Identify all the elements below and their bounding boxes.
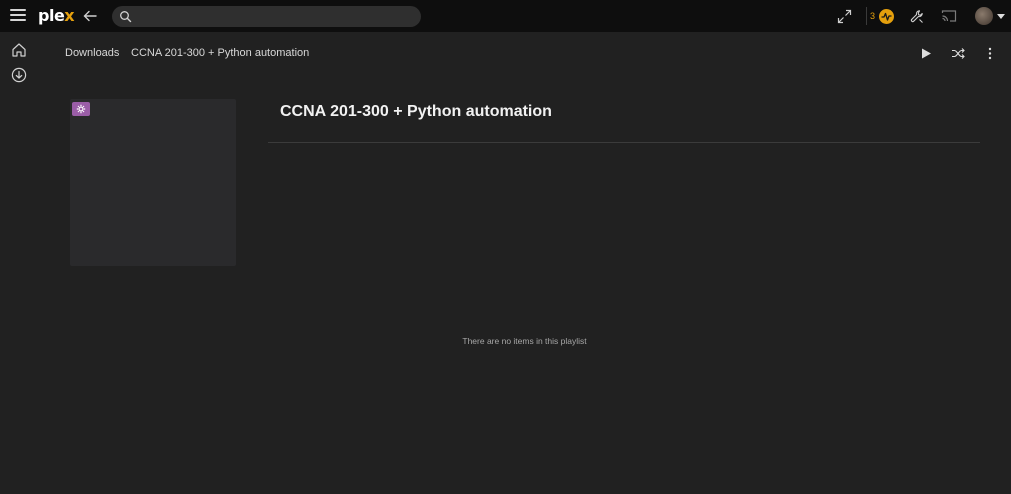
activity-count: 3 bbox=[870, 11, 876, 21]
search-input[interactable] bbox=[138, 9, 408, 24]
smart-playlist-badge bbox=[72, 102, 90, 116]
toolbar-divider bbox=[866, 7, 867, 25]
empty-state-message: There are no items in this playlist bbox=[462, 336, 587, 346]
breadcrumb-downloads[interactable]: Downloads bbox=[65, 47, 119, 59]
logo-accent: x bbox=[64, 6, 75, 25]
user-avatar[interactable] bbox=[975, 7, 993, 25]
page-title: CCNA 201-300 + Python automation bbox=[280, 103, 552, 120]
divider bbox=[268, 142, 980, 143]
download-icon[interactable] bbox=[11, 67, 27, 83]
search-icon bbox=[120, 11, 132, 23]
more-options-icon[interactable] bbox=[986, 47, 994, 60]
search-bar[interactable] bbox=[112, 6, 421, 27]
activity-icon[interactable] bbox=[879, 9, 894, 24]
settings-wrench-icon[interactable] bbox=[910, 9, 925, 24]
top-bar: plex 3 bbox=[0, 0, 1011, 32]
chevron-down-icon[interactable] bbox=[997, 14, 1005, 19]
home-icon[interactable] bbox=[11, 42, 27, 58]
cast-icon[interactable] bbox=[941, 9, 957, 23]
play-icon[interactable] bbox=[920, 47, 932, 60]
fullscreen-icon[interactable] bbox=[837, 9, 852, 24]
menu-icon[interactable] bbox=[10, 9, 26, 23]
breadcrumb-playlist[interactable]: CCNA 201-300 + Python automation bbox=[131, 47, 309, 59]
plex-logo[interactable]: plex bbox=[38, 6, 75, 25]
back-arrow-icon[interactable] bbox=[82, 8, 98, 24]
shuffle-icon[interactable] bbox=[951, 47, 965, 60]
gear-icon bbox=[76, 104, 86, 114]
logo-text: ple bbox=[38, 6, 65, 25]
playlist-poster bbox=[70, 99, 236, 266]
